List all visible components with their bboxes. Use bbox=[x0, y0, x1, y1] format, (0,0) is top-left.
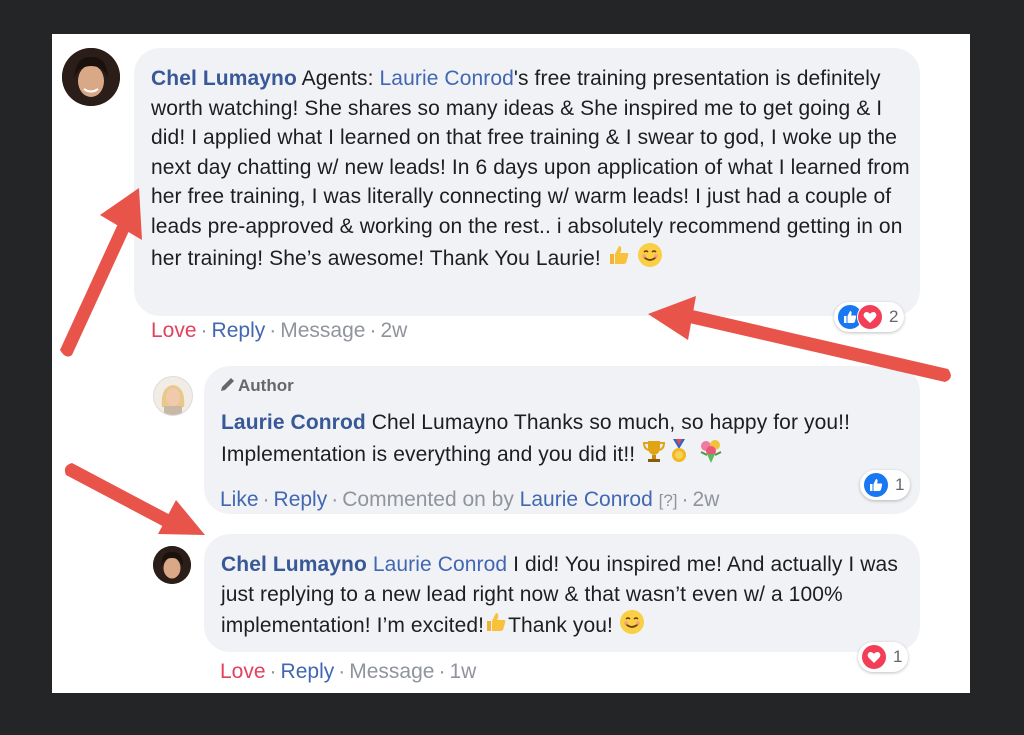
annotation-arrow-up bbox=[60, 188, 142, 357]
annotation-arrow-down bbox=[64, 463, 205, 535]
annotation-arrows bbox=[60, 188, 951, 535]
annotation-arrow-left bbox=[648, 296, 951, 382]
